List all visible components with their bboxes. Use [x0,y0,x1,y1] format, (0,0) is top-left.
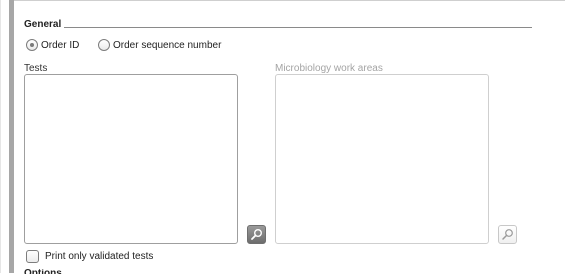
magnifier-icon [502,229,513,240]
window-left-edge [0,0,1,273]
general-panel: General Order ID Order sequence number T… [14,1,565,274]
work-areas-lookup-button[interactable] [498,225,517,244]
options-section-title: Options [24,269,62,274]
tests-listbox[interactable] [24,74,238,244]
work-areas-label: Microbiology work areas [275,63,383,74]
work-areas-listbox[interactable] [275,74,489,244]
radio-order-id[interactable]: Order ID [26,38,79,52]
tests-lookup-button[interactable] [247,225,266,244]
radio-order-sequence-label: Order sequence number [113,39,222,51]
print-validated-label: Print only validated tests [45,250,154,262]
section-divider [64,27,532,28]
print-validated-checkbox[interactable] [26,249,39,263]
radio-button-unchecked[interactable] [98,39,110,51]
radio-order-id-label: Order ID [41,39,80,51]
section-title: General [24,19,62,30]
print-validated-row[interactable]: Print only validated tests [26,249,153,263]
tests-label: Tests [24,63,48,74]
radio-order-sequence-number[interactable]: Order sequence number [98,38,221,52]
radio-button-checked[interactable] [26,39,38,51]
magnifier-icon [251,229,262,240]
